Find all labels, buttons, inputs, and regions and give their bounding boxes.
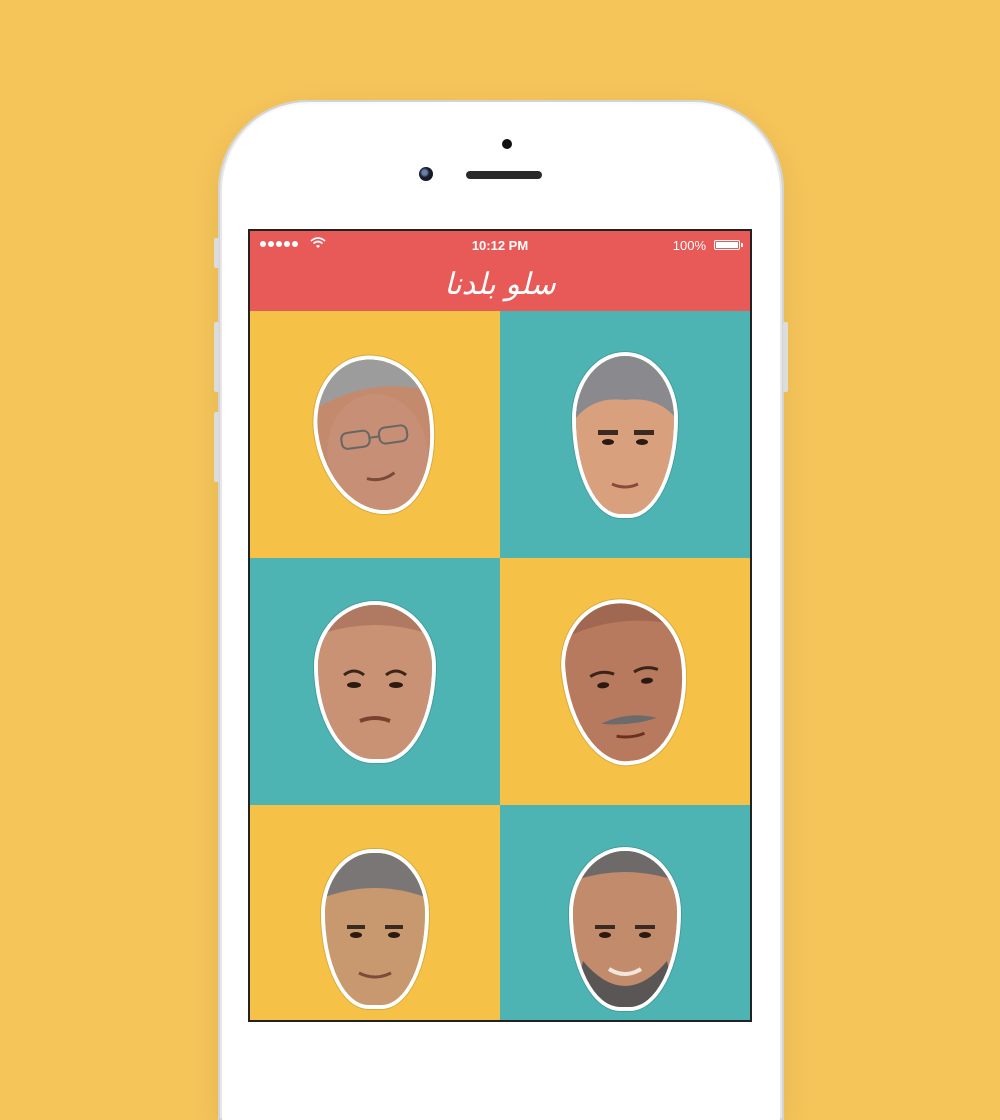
volume-up-button xyxy=(214,322,219,392)
front-sensor-icon xyxy=(502,139,512,149)
mute-switch xyxy=(214,238,219,268)
battery-percent: 100% xyxy=(672,238,706,253)
sticker-tile[interactable] xyxy=(500,311,750,558)
face-sticker-icon xyxy=(554,592,696,771)
app-screen: 10:12 PM 100% سلو بلدنا xyxy=(250,231,750,1020)
front-camera-icon xyxy=(419,167,433,181)
face-sticker-icon xyxy=(569,846,681,1011)
battery-icon xyxy=(714,240,743,250)
face-sticker-icon xyxy=(321,848,429,1009)
face-sticker-icon xyxy=(304,346,446,523)
sticker-tile[interactable] xyxy=(500,558,750,805)
power-button xyxy=(783,322,788,392)
sticker-tile[interactable] xyxy=(250,311,500,558)
face-sticker-icon xyxy=(572,351,678,518)
face-sticker-icon xyxy=(314,600,436,763)
status-bar: 10:12 PM 100% xyxy=(250,231,750,259)
volume-down-button xyxy=(214,412,219,482)
sticker-tile[interactable] xyxy=(250,805,500,1020)
nav-bar: سلو بلدنا xyxy=(250,259,750,311)
sticker-tile[interactable] xyxy=(500,805,750,1020)
sticker-tile[interactable] xyxy=(250,558,500,805)
earpiece-speaker xyxy=(466,171,542,179)
sticker-grid xyxy=(250,311,750,1020)
app-title: سلو بلدنا xyxy=(444,267,556,302)
